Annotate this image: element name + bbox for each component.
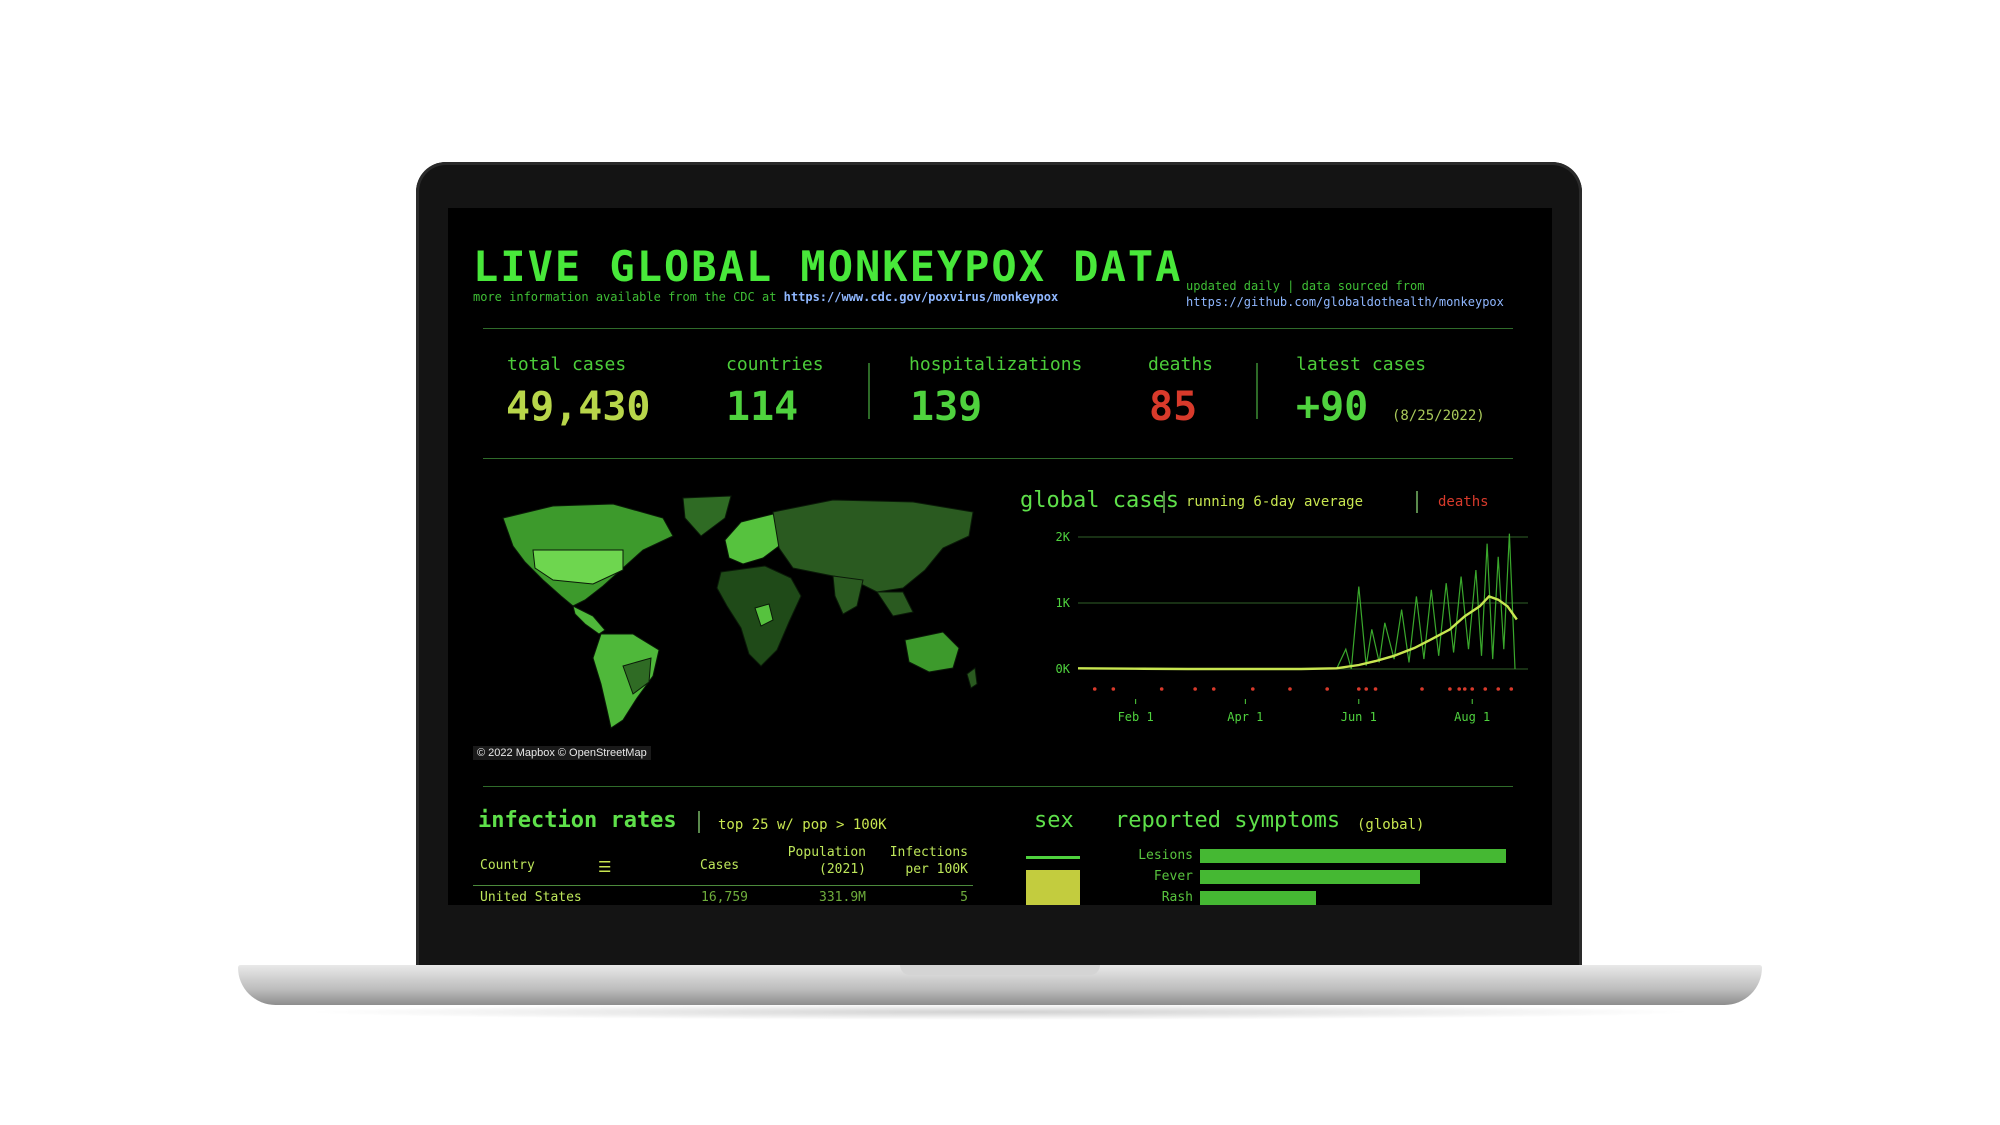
infection-rates-subtitle: top 25 w/ pop > 100K xyxy=(718,817,887,833)
global-cases-chart-svg: 2K 1K 0K Feb 1 Apr 1 Jun 1 Aug 1 xyxy=(1056,530,1528,724)
total-cases-value: 49,430 xyxy=(506,384,651,430)
legend-average: running 6-day average xyxy=(1186,494,1364,510)
col-header-infections-l1: Infections xyxy=(889,845,968,860)
death-point xyxy=(1250,687,1255,691)
world-map-svg xyxy=(502,495,978,729)
dashboard-screen: LIVE GLOBAL MONKEYPOX DATA more informat… xyxy=(448,208,1552,905)
latest-cases-value: +90 xyxy=(1296,384,1369,430)
countries-value: 114 xyxy=(726,384,799,430)
x-tick-label: Feb 1 xyxy=(1118,710,1154,724)
latest-cases-date: (8/25/2022) xyxy=(1392,408,1485,424)
laptop-shadow xyxy=(300,1004,1700,1020)
infection-rates-sep xyxy=(698,811,700,833)
death-point xyxy=(1111,687,1116,691)
death-point xyxy=(1373,687,1378,691)
map-attribution: © 2022 Mapbox © OpenStreetMap xyxy=(473,746,651,760)
col-header-population[interactable]: Population (2021) xyxy=(766,844,866,878)
source-info: updated daily | data sourced from https:… xyxy=(1186,278,1504,310)
countries-label: countries xyxy=(726,354,824,375)
col-header-infections[interactable]: Infections per 100K xyxy=(868,844,968,878)
col-header-country[interactable]: Country xyxy=(480,858,535,873)
table-header-divider xyxy=(473,885,973,886)
chart-title: global cases xyxy=(1020,488,1179,513)
row-per100k: 5 xyxy=(960,890,968,905)
y-tick-label: 1K xyxy=(1056,596,1071,610)
death-point xyxy=(1159,687,1164,691)
table-row[interactable]: United States 16,759 331.9M 5 xyxy=(473,888,973,905)
asia-shape xyxy=(772,499,974,593)
header-divider xyxy=(483,328,1513,329)
australia-shape xyxy=(904,631,960,673)
symptoms-scope: (global) xyxy=(1357,817,1425,833)
sex-title: sex xyxy=(1034,808,1074,833)
central-america-shape xyxy=(572,605,606,635)
death-point xyxy=(1211,687,1216,691)
legend-sep xyxy=(1416,491,1418,513)
global-cases-chart: 2K 1K 0K Feb 1 Apr 1 Jun 1 Aug 1 xyxy=(1018,523,1538,783)
x-tick-label: Aug 1 xyxy=(1454,710,1490,724)
world-map[interactable] xyxy=(473,488,993,738)
death-point xyxy=(1364,687,1369,691)
hospitalizations-label: hospitalizations xyxy=(909,354,1083,375)
series-line-daily-cases xyxy=(1335,533,1516,670)
southeast-asia-shape xyxy=(876,591,914,617)
death-point xyxy=(1420,687,1424,691)
symptom-label-lesions: Lesions xyxy=(1138,848,1193,863)
legend-deaths: deaths xyxy=(1438,494,1489,510)
stat-divider xyxy=(868,363,870,419)
stat-divider xyxy=(1256,363,1258,419)
row-country: United States xyxy=(480,890,582,905)
death-point xyxy=(1325,687,1329,691)
infection-rates-title: infection rates xyxy=(478,808,677,833)
sort-icon[interactable]: ☰ xyxy=(598,858,611,876)
new-zealand-shape xyxy=(966,667,978,689)
death-point xyxy=(1356,687,1361,691)
chart-divider xyxy=(483,786,1513,787)
page-title: LIVE GLOBAL MONKEYPOX DATA xyxy=(473,242,1183,291)
death-point xyxy=(1288,687,1292,691)
cdc-link[interactable]: https://www.cdc.gov/poxvirus/monkeypox xyxy=(784,290,1059,304)
col-header-population-l1: Population xyxy=(787,845,866,860)
symptom-label-rash: Rash xyxy=(1161,890,1193,905)
greenland-shape xyxy=(682,495,732,537)
col-header-population-l2: (2021) xyxy=(819,862,866,877)
row-population: 331.9M xyxy=(819,890,866,905)
chart-title-sep xyxy=(1163,491,1165,513)
row-cases: 16,759 xyxy=(701,890,748,905)
github-link[interactable]: https://github.com/globaldothealth/monke… xyxy=(1186,294,1504,310)
death-point xyxy=(1470,687,1475,691)
death-point xyxy=(1496,687,1501,691)
death-point xyxy=(1092,687,1097,691)
col-header-cases[interactable]: Cases xyxy=(700,858,739,873)
symptom-bar-lesions xyxy=(1200,849,1506,863)
symptom-bar-fever xyxy=(1200,870,1420,884)
source-line: updated daily | data sourced from xyxy=(1186,279,1425,293)
x-tick-label: Apr 1 xyxy=(1227,710,1263,724)
deaths-value: 85 xyxy=(1149,384,1198,430)
symptom-label-fever: Fever xyxy=(1153,869,1193,884)
hospitalizations-value: 139 xyxy=(910,384,983,430)
death-point xyxy=(1509,687,1514,691)
sex-bar xyxy=(1026,870,1080,905)
sex-bar-top xyxy=(1026,856,1080,859)
death-point xyxy=(1462,687,1467,691)
col-header-infections-l2: per 100K xyxy=(905,862,968,877)
y-tick-label: 0K xyxy=(1056,662,1071,676)
deaths-label: deaths xyxy=(1148,354,1214,375)
stats-divider xyxy=(483,458,1513,459)
latest-cases-label: latest cases xyxy=(1296,354,1427,375)
death-point xyxy=(1457,687,1461,691)
death-point xyxy=(1448,687,1452,691)
more-info-prefix: more information available from the CDC … xyxy=(473,290,777,304)
y-tick-label: 2K xyxy=(1056,530,1071,544)
total-cases-label: total cases xyxy=(507,354,627,375)
symptoms-title: reported symptoms xyxy=(1115,808,1341,833)
india-shape xyxy=(832,575,864,615)
x-tick-label: Jun 1 xyxy=(1341,710,1377,724)
laptop-notch xyxy=(900,965,1100,975)
more-info-text: more information available from the CDC … xyxy=(473,290,1058,304)
death-point xyxy=(1483,687,1488,691)
death-point xyxy=(1193,687,1197,691)
symptom-bar-rash xyxy=(1200,891,1316,905)
